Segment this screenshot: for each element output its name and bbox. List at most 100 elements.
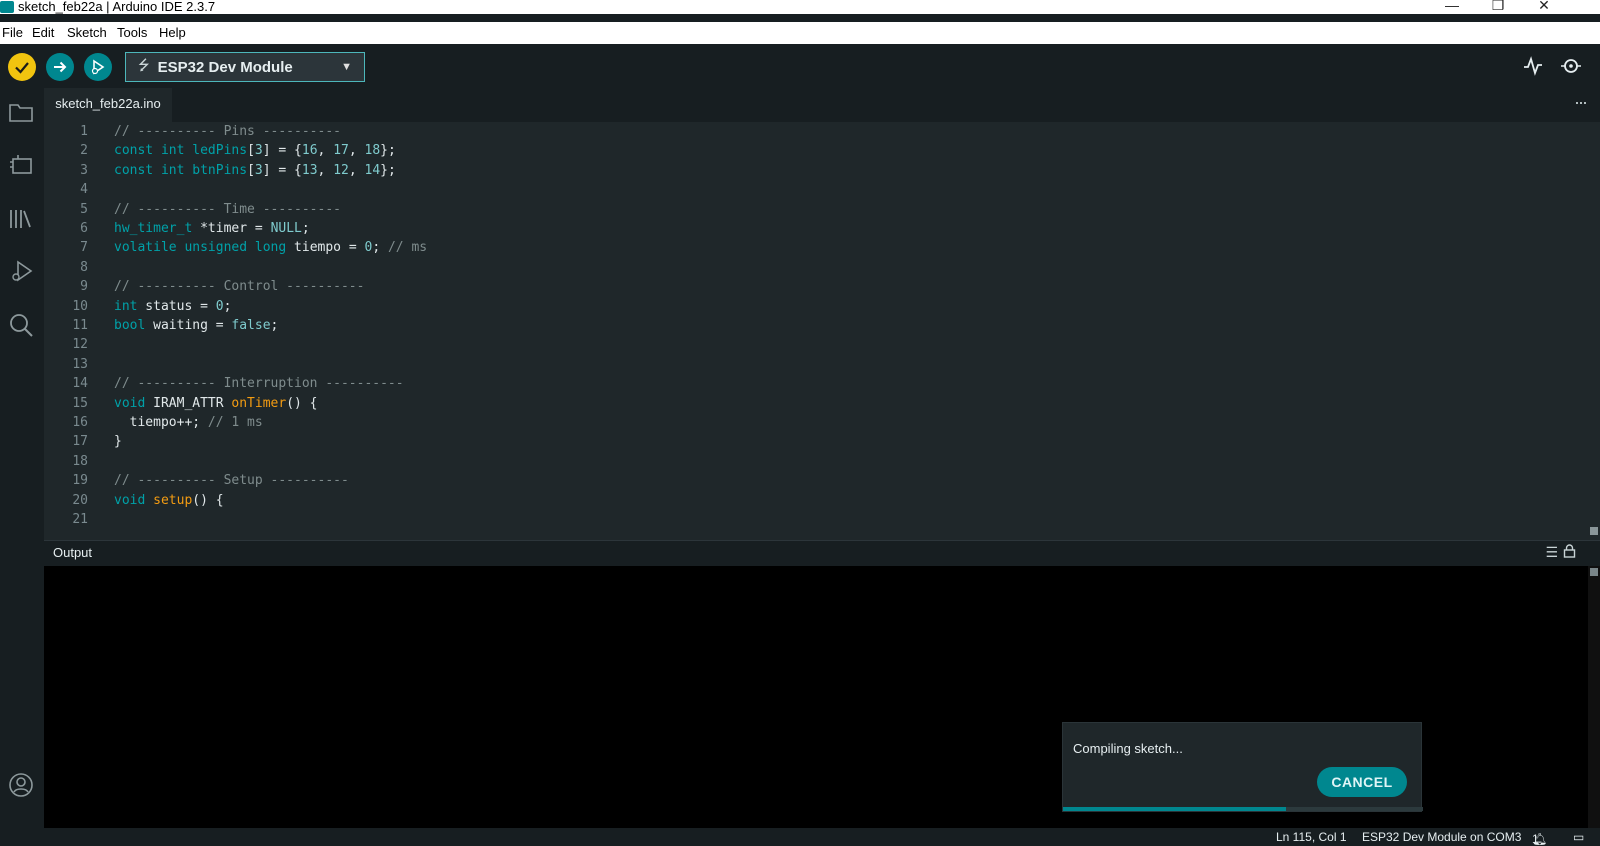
title-bar: sketch_feb22a | Arduino IDE 2.3.7 — ❐ ✕ <box>0 0 1600 14</box>
board-name: ESP32 Dev Module <box>157 58 293 76</box>
monitor-icon <box>1561 59 1581 73</box>
compile-progress-bar <box>1063 807 1423 811</box>
code-line[interactable]: 16 tiempo++; // 1 ms <box>44 413 1544 433</box>
library-icon <box>10 210 31 228</box>
code-text: // ---------- Setup ---------- <box>114 473 349 489</box>
line-number: 6 <box>80 221 88 236</box>
cancel-button[interactable]: CANCEL <box>1317 767 1407 797</box>
toggle-panel-icon[interactable]: ▭ <box>1573 830 1584 844</box>
editor-scrollbar[interactable] <box>1588 122 1600 540</box>
code-text: void IRAM_ATTR onTimer() { <box>114 395 318 411</box>
line-number: 14 <box>72 376 88 392</box>
account-icon <box>9 773 33 797</box>
line-number: 19 <box>72 473 88 489</box>
code-text: volatile unsigned long tiempo = 0; // ms <box>114 240 428 256</box>
minimize-button[interactable]: — <box>1432 0 1472 12</box>
account-button[interactable] <box>6 770 36 800</box>
line-number: 16 <box>72 415 88 430</box>
code-text: tiempo++; // 1 ms <box>114 415 263 430</box>
code-line[interactable]: 17} <box>44 432 1544 452</box>
line-number: 15 <box>72 395 88 411</box>
restore-button[interactable]: ❐ <box>1478 0 1518 12</box>
line-number: 1 <box>80 124 88 139</box>
code-line[interactable]: 2 const int ledPins[3] = {16, 17, 18}; <box>44 141 1544 161</box>
code-line[interactable]: 12 <box>44 335 1544 355</box>
code-line[interactable]: 5 // ---------- Time ---------- <box>44 200 1544 220</box>
board-port-status[interactable]: ESP32 Dev Module on COM3 <box>1362 830 1521 844</box>
code-line[interactable]: 10 int status = 0; <box>44 297 1544 317</box>
line-number: 12 <box>72 337 88 353</box>
boards-manager-button[interactable] <box>6 150 36 180</box>
code-line[interactable]: 15 void IRAM_ATTR onTimer() { <box>44 394 1544 414</box>
code-text: // ---------- Interruption ---------- <box>114 376 404 392</box>
debug-panel-button[interactable] <box>6 256 36 286</box>
code-line[interactable]: 18 <box>44 452 1544 472</box>
line-number: 4 <box>80 182 88 198</box>
code-line[interactable]: 4 <box>44 180 1544 200</box>
serial-plotter-button[interactable] <box>1523 56 1543 82</box>
menu-file[interactable]: File <box>2 25 23 40</box>
code-line[interactable]: 20 void setup() { <box>44 491 1544 511</box>
line-number: 8 <box>80 259 88 275</box>
code-line[interactable]: 7 volatile unsigned long tiempo = 0; // m… <box>44 238 1544 258</box>
close-button[interactable]: ✕ <box>1524 0 1564 12</box>
menu-sketch[interactable]: Sketch <box>67 25 107 40</box>
code-line[interactable]: 11 bool waiting = false; <box>44 316 1544 336</box>
scrollbar-thumb[interactable] <box>1590 527 1598 535</box>
code-text: // ---------- Time ---------- <box>114 201 341 217</box>
serial-monitor-button[interactable] <box>1560 56 1582 82</box>
code-line[interactable]: 14 // ---------- Interruption ---------- <box>44 374 1544 394</box>
board-icon <box>10 155 32 174</box>
toolbar: ⭍ ESP32 Dev Module ▼ <box>0 44 1600 88</box>
compile-notification: Compiling sketch... CANCEL <box>1062 722 1423 812</box>
code-text: const int btnPins[3] = {13, 12, 14}; <box>114 162 396 178</box>
window-title: sketch_feb22a | Arduino IDE 2.3.7 <box>18 0 216 14</box>
arduino-logo-icon <box>0 1 14 13</box>
chevron-down-icon: ▼ <box>341 61 352 73</box>
menu-help[interactable]: Help <box>159 25 186 40</box>
plotter-icon <box>1524 56 1542 76</box>
code-text: // ---------- Pins ---------- <box>114 124 341 139</box>
output-scrollbar[interactable] <box>1588 566 1600 828</box>
code-editor[interactable]: 1 // ---------- Pins ---------- 2 const int… <box>44 122 1600 540</box>
code-line[interactable]: 6 hw_timer_t *timer = NULL; <box>44 219 1544 239</box>
code-line[interactable]: 3 const int btnPins[3] = {13, 12, 14}; <box>44 161 1544 181</box>
scrollbar-thumb[interactable] <box>1590 568 1598 576</box>
line-number: 3 <box>80 162 88 178</box>
line-number: 10 <box>72 298 88 314</box>
library-manager-button[interactable] <box>6 204 36 234</box>
debug-icon <box>12 260 33 282</box>
line-number: 7 <box>80 240 88 256</box>
code-line[interactable]: 13 <box>44 355 1544 375</box>
menu-tools[interactable]: Tools <box>117 25 147 40</box>
line-number: 5 <box>80 201 88 217</box>
debug-button[interactable] <box>84 53 112 81</box>
code-line[interactable]: 8 <box>44 258 1544 278</box>
clear-icon[interactable]: ☰ <box>1545 544 1558 561</box>
verify-button[interactable] <box>8 53 36 81</box>
menu-edit[interactable]: Edit <box>32 25 54 40</box>
code-line[interactable]: 1 // ---------- Pins ---------- <box>44 122 1544 142</box>
code-line[interactable]: 21 <box>44 510 1544 530</box>
upload-button[interactable] <box>46 53 74 81</box>
check-icon <box>15 62 29 74</box>
cursor-position[interactable]: Ln 115, Col 1 <box>1276 830 1347 844</box>
line-number: 13 <box>72 356 88 372</box>
code-line[interactable]: 19 // ---------- Setup ---------- <box>44 471 1544 491</box>
search-button[interactable] <box>6 310 36 340</box>
output-title: Output <box>53 545 93 560</box>
folder-icon <box>9 104 33 122</box>
lock-icon[interactable] <box>1563 544 1576 561</box>
arrow-right-icon <box>54 61 67 73</box>
more-icon[interactable]: ··· <box>1574 92 1588 113</box>
code-text: bool waiting = false; <box>114 318 279 333</box>
tab-sketch-feb22a[interactable]: sketch_feb22a.ino <box>44 88 172 122</box>
debug-icon <box>91 59 105 75</box>
code-line[interactable]: 9 // ---------- Control ---------- <box>44 277 1544 297</box>
sketchbook-button[interactable] <box>6 98 36 128</box>
code-text: void setup() { <box>114 492 224 508</box>
code-text: // ---------- Control ---------- <box>114 279 365 295</box>
code-text: hw_timer_t *timer = NULL; <box>114 221 310 236</box>
line-number: 9 <box>80 279 88 295</box>
board-selector[interactable]: ⭍ ESP32 Dev Module ▼ <box>125 52 365 82</box>
